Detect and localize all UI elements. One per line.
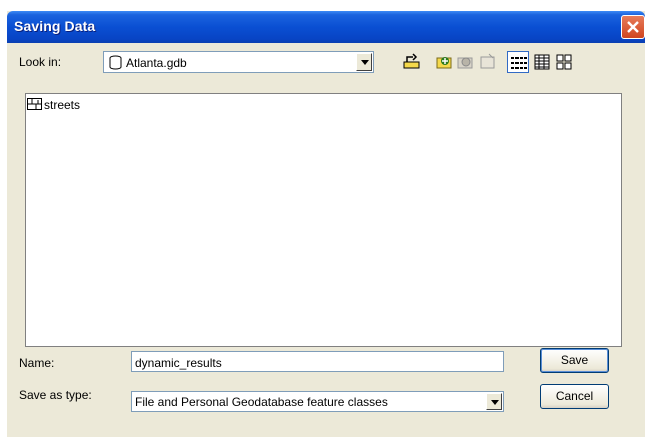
- name-label: Name:: [19, 356, 55, 370]
- list-view-icon: [511, 57, 527, 69]
- up-one-level-icon: [403, 53, 420, 69]
- name-input[interactable]: dynamic_results: [131, 351, 504, 372]
- details-view-button[interactable]: [531, 51, 553, 73]
- save-button[interactable]: Save: [540, 348, 609, 373]
- saving-data-dialog: Saving Data Look in: Atlanta.gdb streets…: [7, 11, 645, 437]
- close-icon: [627, 21, 639, 33]
- close-button[interactable]: [621, 15, 645, 39]
- look-in-dropdown-arrow[interactable]: [356, 53, 372, 71]
- save-as-type-label: Save as type:: [19, 388, 92, 402]
- new-item-button[interactable]: [477, 51, 499, 73]
- disconnect-button[interactable]: [455, 51, 477, 73]
- save-as-type-dropdown[interactable]: File and Personal Geodatabase feature cl…: [131, 391, 504, 412]
- disconnect-icon: [457, 57, 473, 69]
- save-as-type-value: File and Personal Geodatabase feature cl…: [135, 395, 388, 409]
- feature-dataset-icon: [27, 98, 42, 110]
- name-input-value: dynamic_results: [135, 356, 222, 370]
- connect-folder-button[interactable]: [434, 51, 456, 73]
- save-as-type-dropdown-arrow[interactable]: [486, 393, 502, 410]
- details-view-icon: [534, 54, 550, 70]
- up-one-level-button[interactable]: [401, 51, 423, 73]
- new-item-icon: [480, 53, 495, 69]
- dialog-title: Saving Data: [14, 18, 96, 34]
- list-item-label: streets: [44, 98, 81, 112]
- list-view-button[interactable]: [507, 51, 529, 73]
- look-in-value: Atlanta.gdb: [126, 56, 187, 70]
- thumbnails-view-button[interactable]: [553, 51, 575, 73]
- look-in-label: Look in:: [19, 55, 62, 69]
- connect-folder-icon: [436, 57, 452, 69]
- cancel-button[interactable]: Cancel: [540, 384, 609, 409]
- database-icon: [109, 55, 122, 70]
- title-bar[interactable]: Saving Data: [7, 11, 645, 43]
- look-in-dropdown[interactable]: Atlanta.gdb: [103, 51, 374, 73]
- thumbnails-view-icon: [556, 54, 572, 70]
- file-list[interactable]: streets: [25, 93, 622, 347]
